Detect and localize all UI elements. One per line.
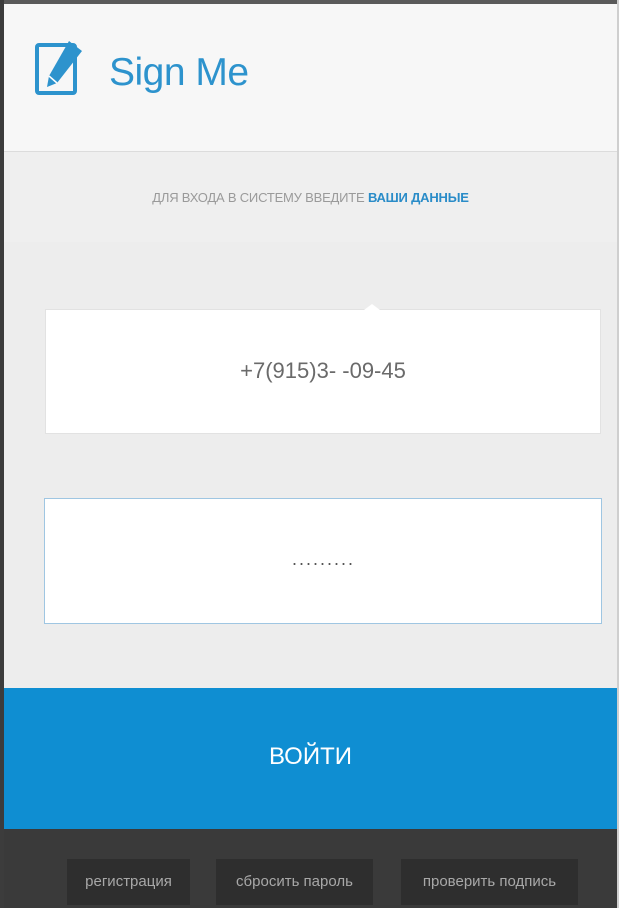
phone-value: +7(915)3- -09-45 [240, 358, 406, 383]
instruction-prefix: ДЛЯ ВХОДА В СИСТЕМУ ВВЕДИТЕ [152, 190, 365, 205]
header: Sign Me [4, 4, 617, 152]
app-title: Sign Me [109, 51, 249, 94]
pen-on-page-icon [35, 41, 82, 95]
footer-actions: регистрация сбросить пароль проверить по… [4, 829, 617, 908]
password-mask: ········· [291, 553, 355, 573]
instruction-text: ДЛЯ ВХОДА В СИСТЕМУ ВВЕДИТЕ ВАШИ ДАННЫЕ [4, 190, 617, 205]
instruction-accent: ВАШИ ДАННЫЕ [367, 190, 469, 205]
verify-signature-button[interactable]: проверить подпись [401, 859, 578, 905]
input-notch [364, 304, 380, 310]
phone-input[interactable]: +7(915)3- -09-45 [45, 304, 601, 434]
reset-password-button[interactable]: сбросить пароль [216, 859, 373, 905]
login-instructions: ДЛЯ ВХОДА В СИСТЕМУ ВВЕДИТЕ ВАШИ ДАННЫЕ [4, 152, 617, 242]
sign-me-app: Sign Me ДЛЯ ВХОДА В СИСТЕМУ ВВЕДИТЕ ВАШИ… [0, 0, 619, 908]
login-button[interactable]: ВОЙТИ [4, 688, 617, 829]
login-button-label: ВОЙТИ [268, 743, 353, 770]
password-input[interactable]: ········· [44, 498, 602, 624]
login-form: +7(915)3- -09-45 ········· [4, 242, 617, 688]
register-button[interactable]: регистрация [67, 859, 190, 905]
